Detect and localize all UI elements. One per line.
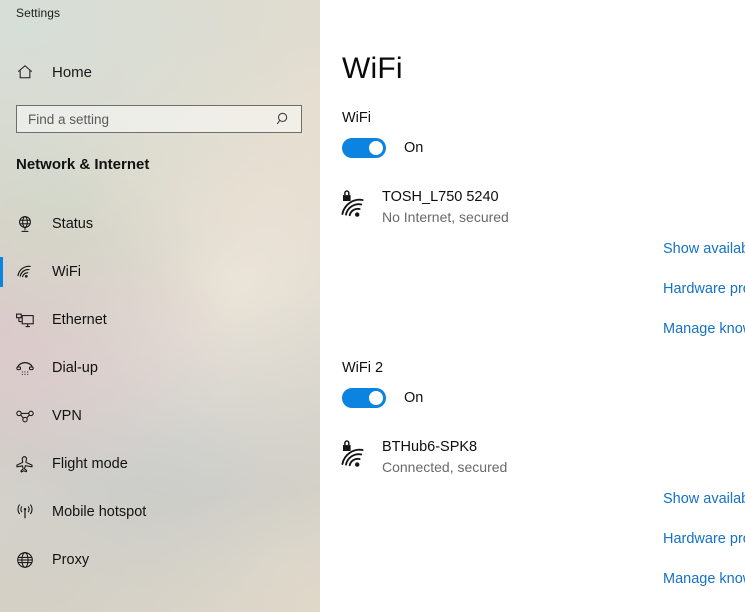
- broadcast-antenna-icon: [14, 501, 36, 523]
- globe-icon: [14, 549, 36, 571]
- wifi-adapter-1-toggle[interactable]: [342, 138, 386, 158]
- wifi-adapter-2-label: WiFi 2: [342, 360, 384, 376]
- wifi-adapter-2-toggle-row: On: [342, 388, 423, 408]
- selection-indicator: [0, 257, 3, 287]
- app-title: Settings: [16, 6, 61, 20]
- sidebar-item-wifi[interactable]: WiFi: [0, 248, 320, 296]
- wifi-adapter-2-hardware-properties-link[interactable]: Hardware properties: [663, 531, 745, 547]
- sidebar-item-vpn[interactable]: VPN: [0, 392, 320, 440]
- sidebar-item-ethernet-label: Ethernet: [52, 312, 107, 328]
- sidebar: Settings Home Find a setting Network & I…: [0, 0, 320, 612]
- settings-window: Settings Home Find a setting Network & I…: [0, 0, 745, 612]
- wifi-secured-icon: [340, 439, 370, 471]
- wifi-adapter-1-manage-known-networks-link[interactable]: Manage known networks: [663, 321, 745, 337]
- vpn-icon: [14, 405, 36, 427]
- search-icon[interactable]: [274, 109, 294, 129]
- wifi-adapter-2-toggle-state: On: [404, 390, 424, 406]
- wifi-adapter-1-show-available-networks-link[interactable]: Show available networks: [663, 241, 745, 257]
- wifi-adapter-1-network-status: No Internet, secured: [382, 209, 509, 225]
- wifi-adapter-1-label: WiFi: [342, 110, 371, 126]
- sidebar-item-status[interactable]: Status: [0, 200, 320, 248]
- wifi-adapter-2-network-name: BTHub6-SPK8: [382, 439, 478, 455]
- sidebar-item-vpn-label: VPN: [52, 408, 82, 424]
- sidebar-item-home[interactable]: Home: [0, 56, 320, 88]
- toggle-knob: [369, 391, 383, 405]
- toggle-knob: [369, 141, 383, 155]
- home-icon: [15, 62, 35, 82]
- sidebar-item-wifi-label: WiFi: [52, 264, 81, 280]
- sidebar-item-mobile-hotspot-label: Mobile hotspot: [52, 504, 147, 520]
- status-globe-monitor-icon: [14, 213, 36, 235]
- wifi-adapter-1-toggle-row: On: [342, 138, 423, 158]
- ethernet-icon: [14, 309, 36, 331]
- sidebar-nav: Status WiFi Ethernet Dial-up VPN Flight …: [0, 200, 320, 584]
- sidebar-section-title: Network & Internet: [16, 156, 150, 173]
- search-input[interactable]: [28, 111, 264, 127]
- dialup-phone-icon: [14, 357, 36, 379]
- wifi-icon: [14, 261, 36, 283]
- sidebar-item-proxy-label: Proxy: [52, 552, 90, 568]
- wifi-adapter-1-hardware-properties-link[interactable]: Hardware properties: [663, 281, 745, 297]
- wifi-adapter-1-network-name: TOSH_L750 5240: [382, 189, 499, 205]
- airplane-icon: [14, 453, 36, 475]
- page-title: WiFi: [342, 52, 403, 85]
- wifi-adapter-2-toggle[interactable]: [342, 388, 386, 408]
- sidebar-item-flight-mode[interactable]: Flight mode: [0, 440, 320, 488]
- wifi-adapter-2-network[interactable]: BTHub6-SPK8 Connected, secured: [340, 438, 507, 477]
- wifi-adapter-2-manage-known-networks-link[interactable]: Manage known networks: [663, 571, 745, 587]
- sidebar-item-dial-up-label: Dial-up: [52, 360, 98, 376]
- wifi-adapter-2-show-available-networks-link[interactable]: Show available networks: [663, 491, 745, 507]
- wifi-adapter-1-toggle-state: On: [404, 140, 424, 156]
- search-box[interactable]: [16, 105, 302, 133]
- sidebar-item-dial-up[interactable]: Dial-up: [0, 344, 320, 392]
- sidebar-item-home-label: Home: [52, 63, 93, 81]
- wifi-secured-icon: [340, 189, 370, 221]
- sidebar-item-mobile-hotspot[interactable]: Mobile hotspot: [0, 488, 320, 536]
- wifi-adapter-2-network-status: Connected, secured: [382, 459, 508, 475]
- sidebar-item-flight-mode-label: Flight mode: [52, 456, 128, 472]
- sidebar-item-ethernet[interactable]: Ethernet: [0, 296, 320, 344]
- sidebar-item-proxy[interactable]: Proxy: [0, 536, 320, 584]
- main-content: WiFi WiFi On TOSH_L750 5240 No Internet,…: [320, 0, 745, 612]
- sidebar-item-status-label: Status: [52, 216, 94, 232]
- wifi-adapter-1-network[interactable]: TOSH_L750 5240 No Internet, secured: [340, 188, 509, 227]
